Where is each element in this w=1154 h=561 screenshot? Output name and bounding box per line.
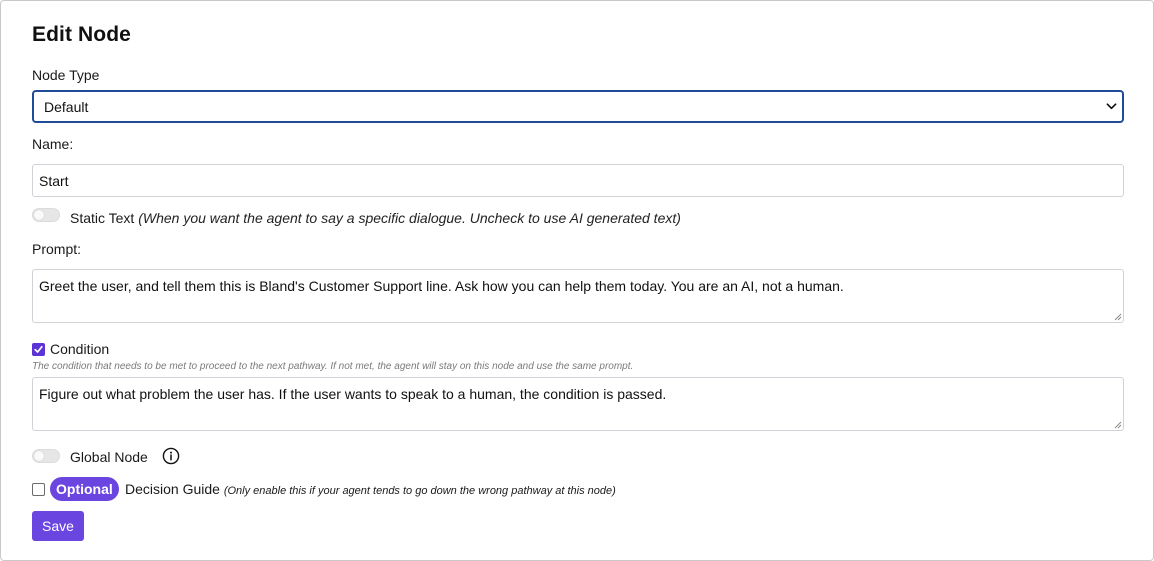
decision-guide-hint: (Only enable this if your agent tends to…: [223, 485, 616, 497]
name-input-value: Start: [39, 172, 69, 189]
prompt-textarea[interactable]: Greet the user, and tell them this is Bl…: [32, 269, 1124, 323]
toggle-knob: [34, 451, 44, 461]
global-node-label: Global Node: [70, 449, 148, 465]
info-icon[interactable]: [162, 447, 180, 465]
condition-label: Condition: [50, 341, 110, 357]
resize-grip-icon[interactable]: [1114, 421, 1122, 429]
condition-textarea-value: Figure out what problem the user has. If…: [39, 386, 667, 402]
condition-textarea[interactable]: Figure out what problem the user has. If…: [32, 377, 1124, 431]
node-type-label: Node Type: [32, 67, 100, 83]
static-text-label: Static Text: [70, 210, 135, 226]
decision-guide-label: Decision Guide: [125, 481, 220, 497]
save-button[interactable]: Save: [32, 511, 84, 541]
static-text-row: Static Text (When you want the agent to …: [70, 210, 681, 226]
condition-checkbox[interactable]: [32, 343, 45, 356]
decision-guide-row: Decision Guide (Only enable this if your…: [125, 481, 616, 497]
edit-node-panel: Edit Node Node Type Default Name: Start …: [0, 0, 1154, 561]
chevron-down-icon: [1106, 103, 1117, 110]
node-type-selected-value: Default: [44, 98, 89, 115]
toggle-knob: [34, 210, 44, 220]
prompt-label: Prompt:: [32, 241, 82, 257]
resize-grip-icon[interactable]: [1114, 313, 1122, 321]
decision-guide-checkbox[interactable]: [32, 483, 45, 496]
checkmark-icon: [34, 345, 43, 353]
name-input[interactable]: Start: [32, 164, 1124, 197]
node-type-select[interactable]: Default: [32, 90, 1124, 123]
dialog-title: Edit Node: [32, 23, 131, 46]
name-label: Name:: [32, 136, 74, 152]
condition-help-text: The condition that needs to be met to pr…: [32, 361, 634, 372]
prompt-textarea-value: Greet the user, and tell them this is Bl…: [39, 278, 844, 294]
global-node-toggle[interactable]: [32, 449, 60, 463]
static-text-toggle[interactable]: [32, 208, 60, 222]
static-text-hint: (When you want the agent to say a specif…: [138, 210, 681, 226]
optional-badge: Optional: [50, 477, 119, 501]
